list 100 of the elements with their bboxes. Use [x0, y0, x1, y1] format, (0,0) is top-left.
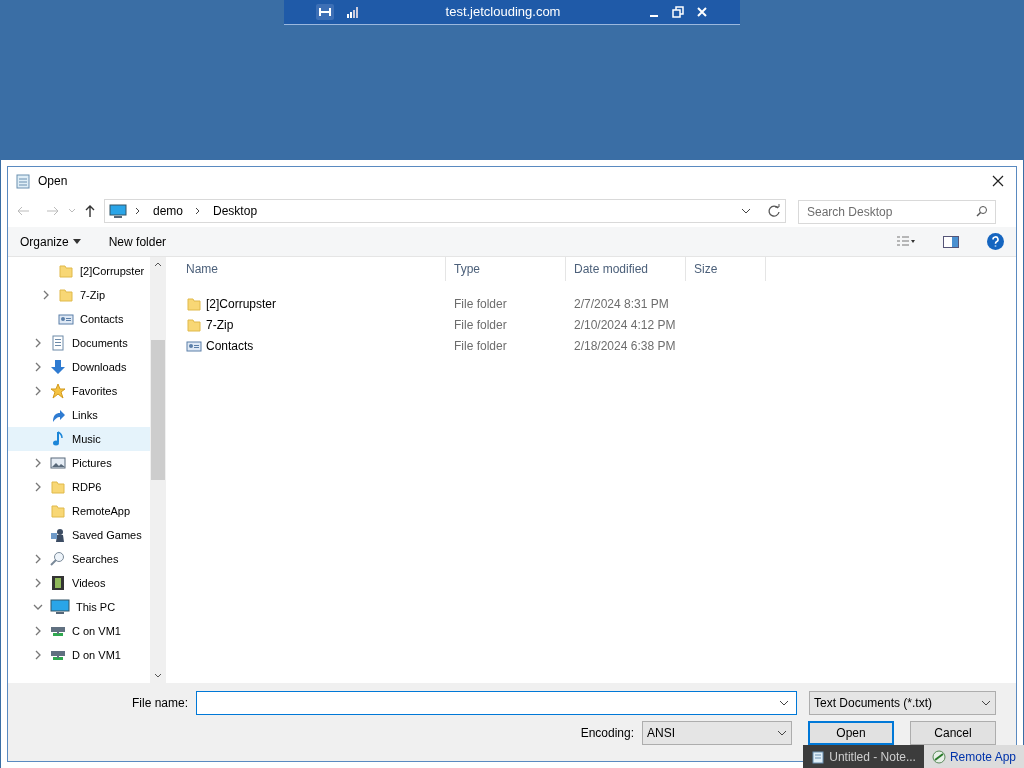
- nav-item[interactable]: Links: [8, 403, 150, 427]
- taskbar-button[interactable]: Remote App: [923, 745, 1024, 768]
- chevron-down-icon[interactable]: [741, 207, 751, 215]
- nav-label: Pictures: [72, 455, 112, 471]
- magnifier-icon: [50, 551, 66, 567]
- nav-item[interactable]: Saved Games: [8, 523, 150, 547]
- open-button[interactable]: Open: [808, 721, 894, 745]
- folder-icon: [186, 295, 202, 312]
- scroll-up-icon[interactable]: [154, 261, 162, 267]
- encoding-label: Encoding:: [580, 725, 634, 742]
- breadcrumb[interactable]: Desktop: [209, 202, 262, 220]
- file-name[interactable]: Contacts: [206, 336, 254, 355]
- file-type: File folder: [453, 316, 508, 334]
- nav-item[interactable]: RDP6: [8, 475, 150, 499]
- column-header[interactable]: Date modified: [566, 257, 686, 281]
- file-type-dropdown[interactable]: Text Documents (*.txt): [809, 691, 996, 715]
- nav-label: Music: [72, 431, 101, 447]
- chevron-down-icon[interactable]: [779, 699, 789, 707]
- dialog-title: Open: [38, 173, 69, 190]
- contact-card-icon: [58, 311, 74, 327]
- nav-label: Searches: [72, 551, 119, 567]
- nav-item[interactable]: Music: [8, 427, 150, 451]
- file-date: 2/10/2024 4:12 PM: [573, 316, 677, 334]
- file-name[interactable]: [2]Corrupster: [206, 294, 277, 313]
- nav-label: D on VM1: [72, 647, 121, 663]
- restore-icon[interactable]: [672, 6, 684, 18]
- nav-item[interactable]: 7-Zip: [8, 283, 150, 307]
- monitor-icon: [109, 204, 127, 218]
- nav-item[interactable]: Contacts: [8, 307, 150, 331]
- caret-icon: [72, 238, 81, 245]
- scrollbar-thumb[interactable]: [151, 340, 165, 480]
- nav-item[interactable]: D on VM1: [8, 643, 150, 667]
- file-date: 2/7/2024 8:31 PM: [573, 295, 670, 313]
- file-name[interactable]: 7-Zip: [206, 315, 234, 334]
- scroll-down-icon[interactable]: [154, 673, 162, 679]
- up-arrow-icon[interactable]: [84, 204, 96, 218]
- notepad-icon: [16, 173, 30, 189]
- column-header[interactable]: Type: [446, 257, 566, 281]
- folder-icon: [58, 263, 74, 279]
- nav-item[interactable]: C on VM1: [8, 619, 150, 643]
- column-header[interactable]: Name: [178, 257, 446, 281]
- signal-icon: [346, 6, 358, 18]
- chevron-right-icon[interactable]: [33, 554, 43, 564]
- help-icon[interactable]: [987, 233, 1004, 250]
- preview-pane-icon[interactable]: [943, 235, 959, 248]
- view-options-icon[interactable]: [897, 235, 915, 248]
- nav-label: Contacts: [80, 311, 124, 327]
- nav-item[interactable]: Searches: [8, 547, 150, 571]
- chevron-right-icon[interactable]: [33, 386, 43, 396]
- taskbar-label: Untitled - Note...: [829, 748, 916, 766]
- nav-label: RDP6: [72, 479, 102, 495]
- pin-icon[interactable]: [316, 4, 334, 20]
- file-name-label: File name:: [131, 695, 188, 712]
- nav-label: This PC: [76, 599, 116, 615]
- chevron-right-icon[interactable]: [33, 578, 43, 588]
- chevron-right-icon[interactable]: [33, 650, 43, 660]
- search-field[interactable]: Search Desktop: [798, 199, 996, 224]
- nav-item[interactable]: This PC: [8, 595, 150, 619]
- scrollbar[interactable]: [150, 257, 166, 683]
- film-strip-icon: [50, 575, 66, 591]
- nav-item[interactable]: [2]Corrupster: [8, 259, 150, 283]
- file-type: File folder: [453, 337, 508, 355]
- cancel-button[interactable]: Cancel: [910, 721, 996, 745]
- nav-item[interactable]: RemoteApp: [8, 499, 150, 523]
- organize-menu[interactable]: Organize: [20, 232, 81, 251]
- chevron-down-icon[interactable]: [33, 602, 43, 612]
- down-arrow-icon: [50, 359, 66, 375]
- taskbar-button[interactable]: Untitled - Note...: [803, 745, 924, 768]
- close-icon[interactable]: [992, 175, 1004, 187]
- nav-label: Links: [72, 407, 98, 423]
- nav-item[interactable]: Videos: [8, 571, 150, 595]
- nav-item[interactable]: Documents: [8, 331, 150, 355]
- encoding-dropdown[interactable]: ANSI: [642, 721, 792, 745]
- chevron-right-icon: [135, 207, 141, 215]
- file-name-field[interactable]: [196, 691, 797, 715]
- monitor-icon: [50, 599, 70, 615]
- nav-label: Videos: [72, 575, 106, 591]
- chevron-right-icon: [195, 207, 202, 215]
- nav-label: Favorites: [72, 383, 118, 399]
- host-name: test.jetclouding.com: [444, 3, 562, 22]
- folder-icon: [50, 503, 66, 519]
- new-folder-button[interactable]: New folder: [108, 232, 167, 251]
- column-header[interactable]: Size: [686, 257, 766, 281]
- nav-item[interactable]: Pictures: [8, 451, 150, 475]
- chevron-down-icon: [777, 729, 787, 737]
- breadcrumb[interactable]: demo: [149, 202, 188, 220]
- nav-item[interactable]: Downloads: [8, 355, 150, 379]
- chevron-right-icon[interactable]: [33, 458, 43, 468]
- nav-label: 7-Zip: [80, 287, 106, 303]
- refresh-icon[interactable]: [767, 204, 781, 218]
- chevron-right-icon[interactable]: [33, 362, 43, 372]
- curved-arrow-icon: [50, 407, 66, 423]
- chevron-right-icon[interactable]: [33, 338, 43, 348]
- chevron-right-icon[interactable]: [33, 482, 43, 492]
- file-type: File folder: [453, 295, 508, 313]
- address-bar[interactable]: demo Desktop: [104, 199, 786, 223]
- taskbar-label: Remote App: [949, 748, 1016, 766]
- nav-item[interactable]: Favorites: [8, 379, 150, 403]
- chevron-right-icon[interactable]: [33, 626, 43, 636]
- chevron-right-icon[interactable]: [41, 290, 51, 300]
